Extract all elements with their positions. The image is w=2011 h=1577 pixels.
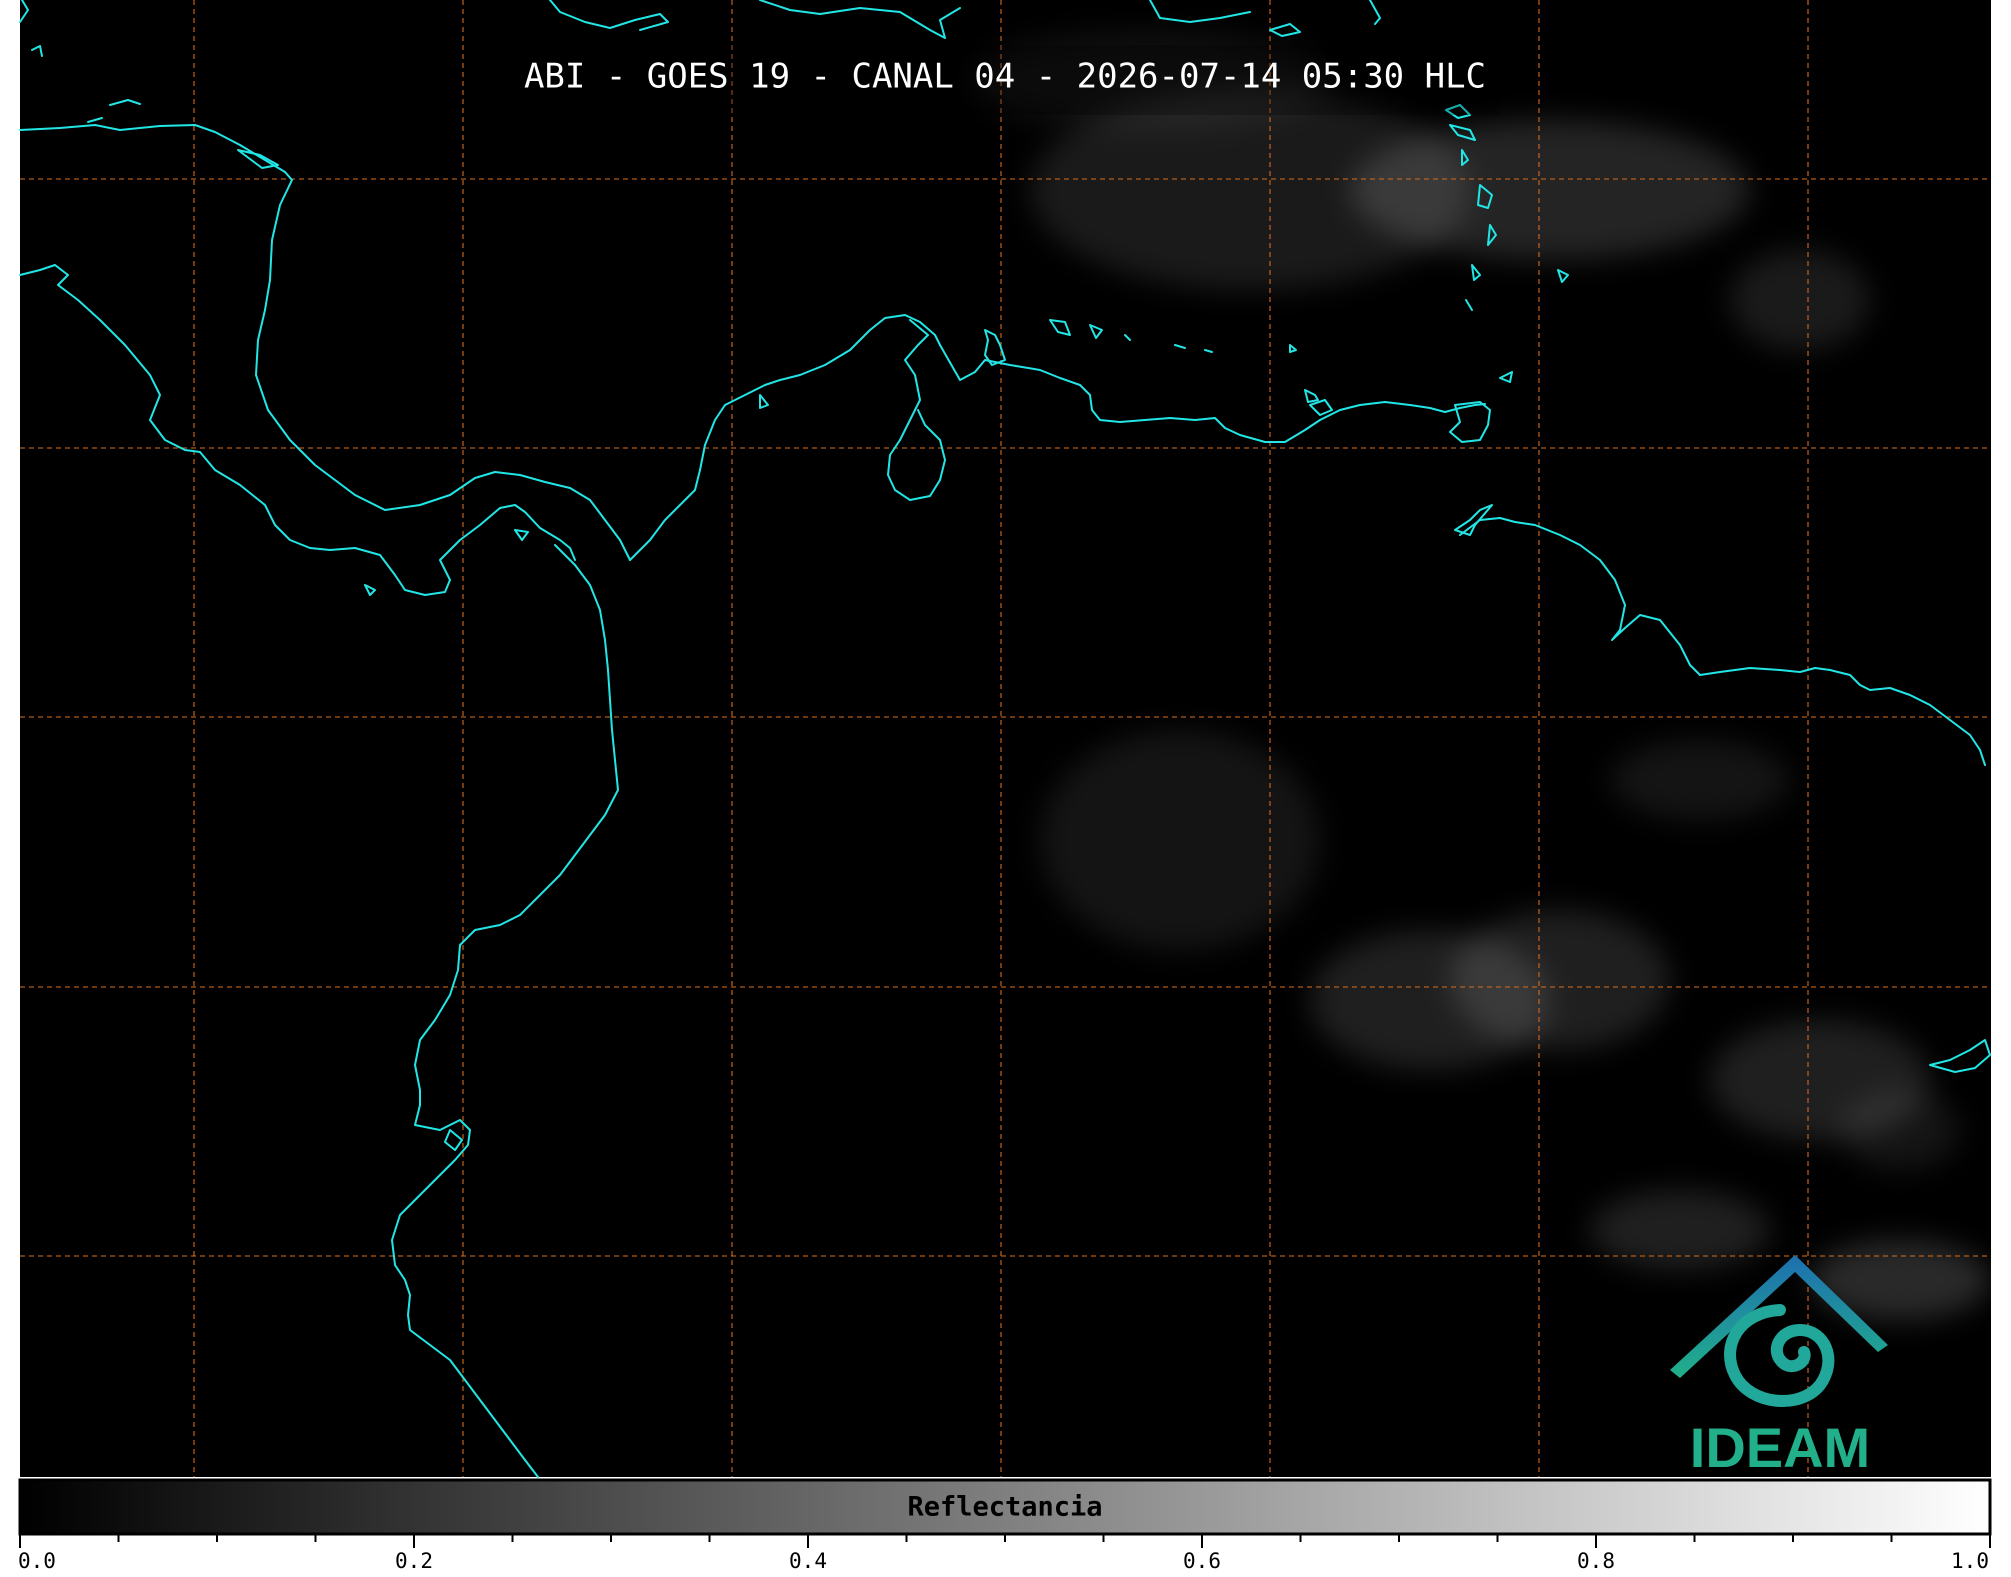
- colorbar-ticks: 0.0 0.2 0.4 0.6 0.8 1.0: [18, 1534, 1991, 1573]
- colorbar-tick-label: 0.2: [395, 1549, 433, 1573]
- satellite-map-figure: ABI - GOES 19 - CANAL 04 - 2026-07-14 05…: [18, 0, 1992, 1573]
- colorbar-tick-label: 0.0: [18, 1549, 56, 1573]
- colorbar-tick-label: 0.4: [789, 1549, 827, 1573]
- colorbar-tick-label: 0.6: [1183, 1549, 1221, 1573]
- logo-wordmark: IDEAM: [1690, 1416, 1870, 1479]
- colorbar-tick-label: 0.8: [1577, 1549, 1615, 1573]
- colorbar: Reflectancia 0.0 0.2 0.4 0.6 0.8 1.0: [18, 1478, 1992, 1573]
- colorbar-tick-label: 1.0: [1951, 1549, 1989, 1573]
- map-title: ABI - GOES 19 - CANAL 04 - 2026-07-14 05…: [524, 57, 1486, 97]
- colorbar-label: Reflectancia: [907, 1492, 1102, 1523]
